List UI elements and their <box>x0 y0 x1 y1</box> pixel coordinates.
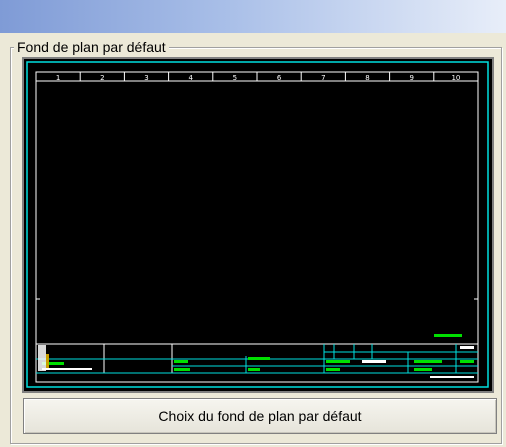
column-number: 6 <box>277 74 282 82</box>
group-legend: Fond de plan par défaut <box>14 38 169 56</box>
column-number: 5 <box>233 74 237 82</box>
column-number: 8 <box>365 74 369 82</box>
column-number: 9 <box>409 74 413 82</box>
column-number: 7 <box>321 74 325 82</box>
column-number: 3 <box>144 74 148 82</box>
outer-frame <box>26 61 489 388</box>
drawing-sheet: 1 2 3 4 5 6 7 8 9 10 <box>26 61 489 388</box>
choose-default-background-button[interactable]: Choix du fond de plan par défaut <box>23 398 497 434</box>
title-block <box>36 334 478 378</box>
column-number: 4 <box>188 74 193 82</box>
column-number: 1 <box>56 74 60 82</box>
column-number: 10 <box>451 74 460 82</box>
window-title-bar <box>0 0 506 33</box>
inner-border <box>35 71 479 383</box>
column-number: 2 <box>100 74 104 82</box>
drawing-preview: 1 2 3 4 5 6 7 8 9 10 <box>22 57 494 393</box>
